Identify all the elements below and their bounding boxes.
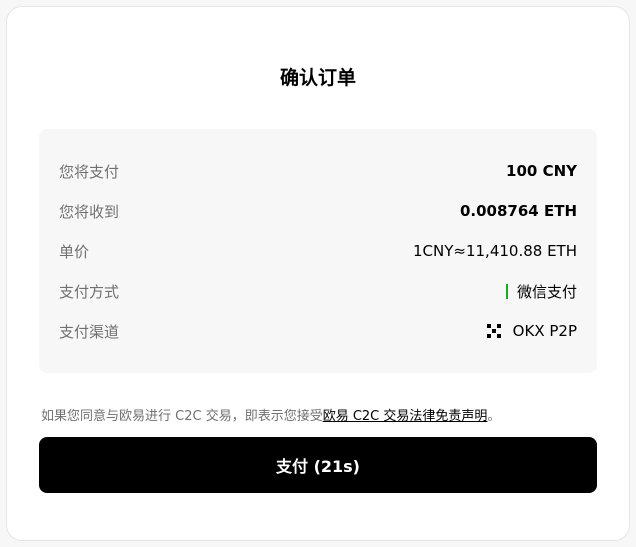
- disclaimer-prefix: 如果您同意与欧易进行 C2C 交易，即表示您接受: [41, 409, 323, 424]
- okx-logo-icon: [486, 324, 501, 338]
- payment-method-text: 微信支付: [516, 282, 577, 301]
- disclaimer-text: 如果您同意与欧易进行 C2C 交易，即表示您接受欧易 C2C 交易法律免责声明。: [41, 405, 500, 424]
- payment-method-label: 支付方式: [59, 282, 120, 301]
- pay-button[interactable]: 支付 (21s): [39, 437, 597, 493]
- receive-amount-label: 您将收到: [59, 202, 120, 221]
- payment-method-value: 微信支付: [505, 281, 577, 302]
- detail-row-unit-price: 单价 1CNY≈11,410.88 ETH: [59, 231, 577, 271]
- payment-channel-text: OKX P2P: [512, 322, 577, 340]
- legal-disclaimer-link[interactable]: 欧易 C2C 交易法律免责声明: [323, 409, 488, 424]
- dialog-title: 确认订单: [279, 67, 356, 89]
- detail-row-payment-method: 支付方式 微信支付: [59, 271, 577, 311]
- detail-row-payment-channel: 支付渠道 OKX P2P: [59, 311, 577, 351]
- pay-amount-value: 100 CNY: [506, 162, 577, 180]
- payment-channel-value: OKX P2P: [486, 322, 577, 340]
- disclaimer-suffix: 。: [487, 409, 501, 424]
- payment-channel-label: 支付渠道: [59, 322, 120, 341]
- detail-row-receive-amount: 您将收到 0.008764 ETH: [59, 191, 577, 231]
- receive-amount-value: 0.008764 ETH: [459, 202, 577, 220]
- unit-price-label: 单价: [59, 242, 90, 261]
- wechat-pay-indicator-icon: [505, 283, 508, 299]
- order-details-panel: 您将支付 100 CNY 您将收到 0.008764 ETH 单价 1CNY≈1…: [39, 129, 597, 373]
- detail-row-pay-amount: 您将支付 100 CNY: [59, 151, 577, 191]
- confirm-order-dialog: 确认订单 您将支付 100 CNY 您将收到 0.008764 ETH 单价 1…: [6, 6, 630, 541]
- unit-price-value: 1CNY≈11,410.88 ETH: [413, 242, 577, 260]
- pay-amount-label: 您将支付: [59, 162, 120, 181]
